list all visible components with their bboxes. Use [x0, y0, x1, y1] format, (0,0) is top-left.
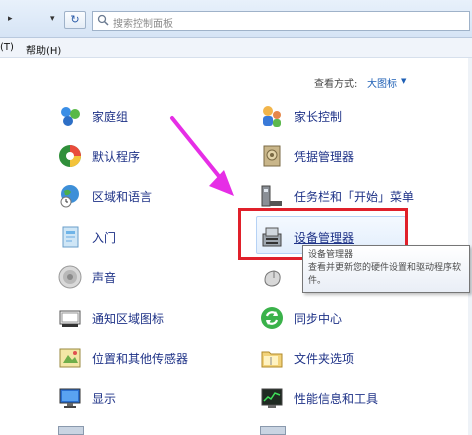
pointer-arrow-icon — [170, 116, 234, 196]
